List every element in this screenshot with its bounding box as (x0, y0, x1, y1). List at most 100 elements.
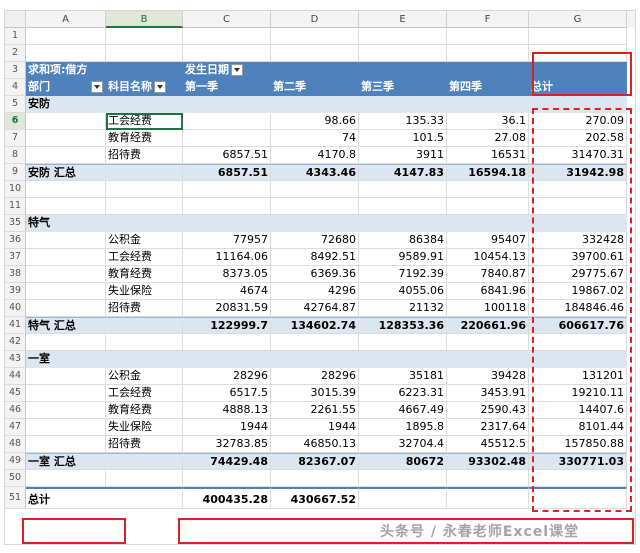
row-header[interactable]: 50 (5, 470, 26, 487)
column-header-e[interactable]: E (359, 11, 447, 28)
cell-q1[interactable]: 28296 (183, 368, 271, 385)
row-header[interactable]: 47 (5, 419, 26, 436)
row-header[interactable]: 46 (5, 402, 26, 419)
cell[interactable] (271, 181, 359, 198)
cell-q2[interactable]: 74 (271, 130, 359, 147)
row-header[interactable]: 44 (5, 368, 26, 385)
group-label[interactable]: 一室 (26, 351, 106, 368)
subtotal-q3[interactable]: 80672 (359, 453, 447, 470)
subtotal-q4[interactable]: 93302.48 (447, 453, 529, 470)
cell[interactable] (529, 181, 627, 198)
cell-total[interactable]: 39700.61 (529, 249, 627, 266)
item-name[interactable]: 工会经费 (106, 249, 183, 266)
cell-q3[interactable]: 135.33 (359, 113, 447, 130)
cell[interactable] (183, 45, 271, 62)
cell[interactable] (447, 215, 529, 232)
item-name[interactable]: 教育经费 (106, 402, 183, 419)
cell[interactable] (271, 215, 359, 232)
row-header[interactable]: 4 (5, 79, 26, 96)
cell-q3[interactable]: 6223.31 (359, 385, 447, 402)
cell[interactable] (26, 402, 106, 419)
cell-q2[interactable]: 42764.87 (271, 300, 359, 317)
subtotal-total[interactable]: 330771.03 (529, 453, 627, 470)
row-header[interactable]: 10 (5, 181, 26, 198)
cell-total[interactable]: 8101.44 (529, 419, 627, 436)
item-name[interactable]: 招待费 (106, 147, 183, 164)
row-header[interactable]: 6 (5, 113, 26, 130)
cell[interactable] (447, 28, 529, 45)
select-all-corner[interactable] (5, 11, 26, 28)
grand-total-q4[interactable] (447, 487, 529, 509)
subject-field-header[interactable]: 科目名称 (106, 79, 183, 96)
cell[interactable] (26, 113, 106, 130)
cell-q4[interactable]: 100118 (447, 300, 529, 317)
subtotal-q2[interactable]: 134602.74 (271, 317, 359, 334)
grand-total-q3[interactable] (359, 487, 447, 509)
cell-q3[interactable]: 4667.49 (359, 402, 447, 419)
subtotal-q3[interactable]: 4147.83 (359, 164, 447, 181)
cell-total[interactable]: 332428 (529, 232, 627, 249)
row-header[interactable]: 11 (5, 198, 26, 215)
cell[interactable] (106, 96, 183, 113)
cell-q2[interactable]: 1944 (271, 419, 359, 436)
cell[interactable] (271, 198, 359, 215)
pivot-column-field[interactable]: 发生日期 (183, 62, 359, 79)
cell[interactable] (106, 198, 183, 215)
cell-total[interactable]: 29775.67 (529, 266, 627, 283)
cell[interactable] (447, 96, 529, 113)
quarter-header-q2[interactable]: 第二季 (271, 79, 359, 96)
cell-q1[interactable]: 8373.05 (183, 266, 271, 283)
cell[interactable] (183, 351, 271, 368)
quarter-header-q3[interactable]: 第三季 (359, 79, 447, 96)
row-header[interactable]: 40 (5, 300, 26, 317)
cell-q2[interactable]: 2261.55 (271, 402, 359, 419)
item-name[interactable]: 公积金 (106, 232, 183, 249)
cell[interactable] (26, 419, 106, 436)
cell[interactable] (106, 351, 183, 368)
cell-q2[interactable]: 46850.13 (271, 436, 359, 453)
cell-q1[interactable]: 1944 (183, 419, 271, 436)
cell[interactable] (359, 470, 447, 487)
column-header-b[interactable]: B (106, 11, 183, 28)
active-cell-item-name[interactable]: 工会经费 (106, 113, 183, 130)
cell-q4[interactable]: 16531 (447, 147, 529, 164)
subtotal-q1[interactable]: 74429.48 (183, 453, 271, 470)
row-header[interactable]: 38 (5, 266, 26, 283)
row-header[interactable]: 8 (5, 147, 26, 164)
cell[interactable] (271, 334, 359, 351)
row-header[interactable]: 35 (5, 215, 26, 232)
cell[interactable] (26, 249, 106, 266)
cell[interactable] (271, 470, 359, 487)
row-header[interactable]: 1 (5, 28, 26, 45)
cell-q3[interactable]: 9589.91 (359, 249, 447, 266)
cell[interactable] (529, 334, 627, 351)
cell-total[interactable]: 31470.31 (529, 147, 627, 164)
cell[interactable] (106, 45, 183, 62)
cell[interactable] (271, 28, 359, 45)
cell[interactable] (447, 45, 529, 62)
cell-q4[interactable]: 95407 (447, 232, 529, 249)
grand-total-label[interactable]: 总计 (26, 487, 183, 509)
pivot-value-field-label[interactable]: 求和项:借方 (26, 62, 183, 79)
dropdown-filter-icon[interactable] (231, 64, 243, 76)
column-header-d[interactable]: D (271, 11, 359, 28)
cell-q2[interactable]: 4296 (271, 283, 359, 300)
cell-q1[interactable]: 32783.85 (183, 436, 271, 453)
subtotal-label[interactable]: 特气 汇总 (26, 317, 183, 334)
column-header-f[interactable]: F (447, 11, 529, 28)
cell-q1[interactable]: 77957 (183, 232, 271, 249)
cell[interactable] (26, 470, 106, 487)
cell[interactable] (183, 28, 271, 45)
row-header[interactable]: 7 (5, 130, 26, 147)
row-header[interactable]: 48 (5, 436, 26, 453)
subtotal-q4[interactable]: 220661.96 (447, 317, 529, 334)
cell[interactable] (183, 215, 271, 232)
cell[interactable] (26, 28, 106, 45)
cell-q4[interactable]: 3453.91 (447, 385, 529, 402)
cell-q1[interactable] (183, 130, 271, 147)
cell[interactable] (359, 198, 447, 215)
column-header-g[interactable]: G (529, 11, 627, 28)
cell-q2[interactable]: 72680 (271, 232, 359, 249)
cell-q1[interactable]: 4674 (183, 283, 271, 300)
cell[interactable] (26, 368, 106, 385)
